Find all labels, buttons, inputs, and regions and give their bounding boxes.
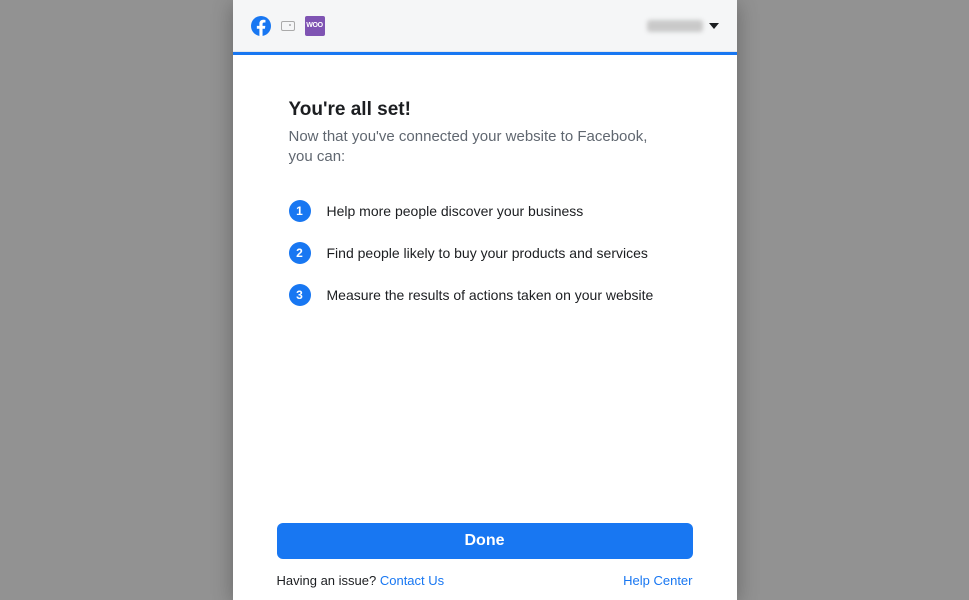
- number-badge: 3: [289, 284, 311, 306]
- page-title: You're all set!: [289, 99, 681, 121]
- done-button[interactable]: Done: [277, 523, 693, 559]
- woocommerce-icon: WOO: [305, 16, 325, 36]
- number-badge: 1: [289, 200, 311, 222]
- issue-prompt: Having an issue? Contact Us: [277, 573, 445, 588]
- list-item: 2 Find people likely to buy your product…: [289, 242, 681, 264]
- benefit-text: Help more people discover your business: [327, 203, 584, 219]
- facebook-icon: [251, 16, 271, 36]
- list-item: 1 Help more people discover your busines…: [289, 200, 681, 222]
- help-center-link[interactable]: Help Center: [623, 573, 692, 588]
- benefit-text: Measure the results of actions taken on …: [327, 287, 654, 303]
- benefits-list: 1 Help more people discover your busines…: [289, 200, 681, 306]
- header-brand-group: WOO: [251, 16, 647, 36]
- modal-header: WOO: [233, 0, 737, 52]
- issue-label: Having an issue?: [277, 573, 380, 588]
- link-icon: [281, 21, 295, 31]
- chevron-down-icon: [709, 23, 719, 29]
- user-name-redacted: [647, 20, 703, 32]
- contact-us-link[interactable]: Contact Us: [380, 573, 444, 588]
- benefit-text: Find people likely to buy your products …: [327, 245, 648, 261]
- number-badge: 2: [289, 242, 311, 264]
- footer-links: Having an issue? Contact Us Help Center: [277, 573, 693, 588]
- modal-content: You're all set! Now that you've connecte…: [233, 55, 737, 523]
- page-subtitle: Now that you've connected your website t…: [289, 127, 659, 168]
- modal-footer: Done Having an issue? Contact Us Help Ce…: [233, 523, 737, 600]
- user-menu-dropdown[interactable]: [647, 20, 719, 32]
- setup-complete-modal: WOO You're all set! Now that you've conn…: [233, 0, 737, 600]
- list-item: 3 Measure the results of actions taken o…: [289, 284, 681, 306]
